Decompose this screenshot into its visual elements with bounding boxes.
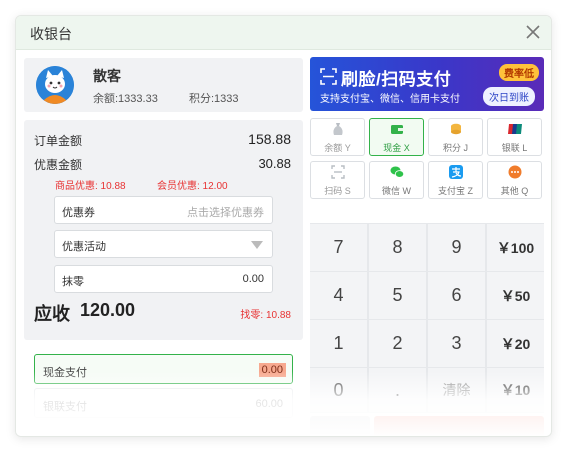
- key-3[interactable]: 3: [428, 320, 485, 367]
- pay-method-label: 现金 X: [383, 143, 410, 153]
- key-5[interactable]: 5: [369, 272, 426, 319]
- key-8[interactable]: 8: [369, 224, 426, 271]
- key-clear[interactable]: 清除: [428, 368, 485, 412]
- banner-title: 刷脸/扫码支付: [341, 70, 452, 89]
- money-bag-icon: [333, 123, 343, 135]
- pay-method-scan[interactable]: 扫码 S: [310, 161, 365, 199]
- member-balance: 余额:1333.33: [93, 93, 158, 105]
- checkout-dialog: 收银台 散客 余额:1333.33 积分:1333 订单金额 158.88 优惠…: [15, 15, 552, 437]
- window-title: 收银台: [30, 26, 72, 42]
- cash-payment-label: 现金支付: [43, 367, 87, 379]
- key-6[interactable]: 6: [428, 272, 485, 319]
- order-summary: 订单金额 158.88 优惠金额 30.88 商品优惠: 10.88 会员优惠:…: [24, 120, 303, 340]
- change-amount: 找零: 10.88: [240, 310, 291, 321]
- pay-method-balance[interactable]: 余额 Y: [310, 118, 365, 156]
- key-0[interactable]: 0: [310, 368, 367, 412]
- pay-method-label: 银联 L: [501, 143, 528, 153]
- pay-method-points[interactable]: 积分 J: [428, 118, 483, 156]
- pay-method-label: 扫码 S: [324, 186, 351, 196]
- discount-amount-label: 优惠金额: [34, 158, 83, 172]
- unionpay-payment-value: 60.00: [255, 398, 283, 410]
- unionpay-payment-label: 银联支付: [43, 401, 87, 413]
- key-quick-50[interactable]: ￥50: [487, 272, 544, 319]
- confirm-button[interactable]: [374, 416, 544, 436]
- promo-label: 优惠活动: [62, 241, 106, 253]
- key-1[interactable]: 1: [310, 320, 367, 367]
- order-amount-label: 订单金额: [34, 134, 83, 148]
- receivable-label: 应收: [34, 304, 70, 324]
- chevron-down-icon: [251, 241, 263, 249]
- low-fee-badge: 费率低: [499, 64, 539, 81]
- coins-icon: [451, 123, 461, 135]
- next-day-badge: 次日到账: [483, 87, 535, 106]
- promo-select[interactable]: 优惠活动: [54, 230, 273, 258]
- key-quick-100[interactable]: ￥100: [487, 224, 544, 271]
- numeric-keypad: 7 8 9 ￥100 4 5 6 ￥50 1 2 3 ￥20 0 . 清除 ￥1…: [310, 223, 544, 413]
- coupon-placeholder: 点击选择优惠券: [187, 207, 264, 219]
- coupon-field[interactable]: 优惠券 点击选择优惠券: [54, 196, 273, 224]
- pay-method-label: 微信 W: [382, 186, 411, 196]
- discount-amount-value: 30.88: [258, 156, 291, 171]
- key-9[interactable]: 9: [428, 224, 485, 271]
- round-off-label: 抹零: [62, 276, 84, 288]
- key-2[interactable]: 2: [369, 320, 426, 367]
- cat-avatar-icon: [36, 66, 74, 104]
- pay-method-label: 支付宝 Z: [438, 186, 473, 196]
- title-bar: 收银台: [16, 16, 551, 50]
- key-quick-10[interactable]: ￥10: [487, 368, 544, 412]
- alipay-icon: [449, 165, 463, 179]
- pay-method-label: 积分 J: [442, 143, 468, 153]
- pay-method-label: 其他 Q: [500, 186, 529, 196]
- coupon-label: 优惠券: [62, 207, 95, 219]
- member-discount: 会员优惠: 12.00: [157, 181, 228, 192]
- member-card[interactable]: 散客 余额:1333.33 积分:1333: [24, 58, 303, 112]
- key-7[interactable]: 7: [310, 224, 367, 271]
- wechat-icon: [390, 166, 404, 178]
- unionpay-icon: [508, 124, 522, 134]
- banner-subtitle: 支持支付宝、微信、信用卡支付: [320, 94, 460, 105]
- receivable-value: 120.00: [80, 300, 136, 320]
- cancel-button[interactable]: [310, 416, 370, 436]
- cash-payment-value[interactable]: 0.00: [258, 363, 286, 377]
- key-4[interactable]: 4: [310, 272, 367, 319]
- pay-method-unionpay[interactable]: 银联 L: [487, 118, 542, 156]
- left-panel: 散客 余额:1333.33 积分:1333 订单金额 158.88 优惠金额 3…: [24, 58, 303, 436]
- pay-method-wechat[interactable]: 微信 W: [369, 161, 424, 199]
- close-icon[interactable]: [523, 22, 543, 42]
- pay-method-cash[interactable]: 现金 X: [369, 118, 424, 156]
- cash-payment-row[interactable]: 现金支付 0.00: [34, 354, 293, 384]
- scan-icon: [331, 165, 345, 179]
- key-quick-20[interactable]: ￥20: [487, 320, 544, 367]
- pay-method-other[interactable]: 其他 Q: [487, 161, 542, 199]
- order-amount-value: 158.88: [248, 131, 291, 147]
- more-icon: [508, 165, 522, 179]
- pay-method-alipay[interactable]: 支付宝 Z: [428, 161, 483, 199]
- member-points: 积分:1333: [189, 93, 239, 105]
- member-name: 散客: [93, 68, 121, 84]
- goods-discount: 商品优惠: 10.88: [55, 181, 126, 192]
- face-scan-pay-banner[interactable]: 刷脸/扫码支付 支持支付宝、微信、信用卡支付 费率低 次日到账: [310, 57, 544, 111]
- unionpay-payment-row[interactable]: 银联支付 60.00: [34, 388, 293, 418]
- right-panel: 刷脸/扫码支付 支持支付宝、微信、信用卡支付 费率低 次日到账 余额 Y 现金 …: [310, 57, 544, 436]
- wallet-icon: [391, 125, 403, 134]
- scan-frame-icon: [320, 68, 337, 85]
- pay-method-label: 余额 Y: [324, 143, 351, 153]
- round-off-value: 0.00: [242, 273, 264, 285]
- key-decimal[interactable]: .: [369, 368, 426, 412]
- round-off-field[interactable]: 抹零 0.00: [54, 265, 273, 293]
